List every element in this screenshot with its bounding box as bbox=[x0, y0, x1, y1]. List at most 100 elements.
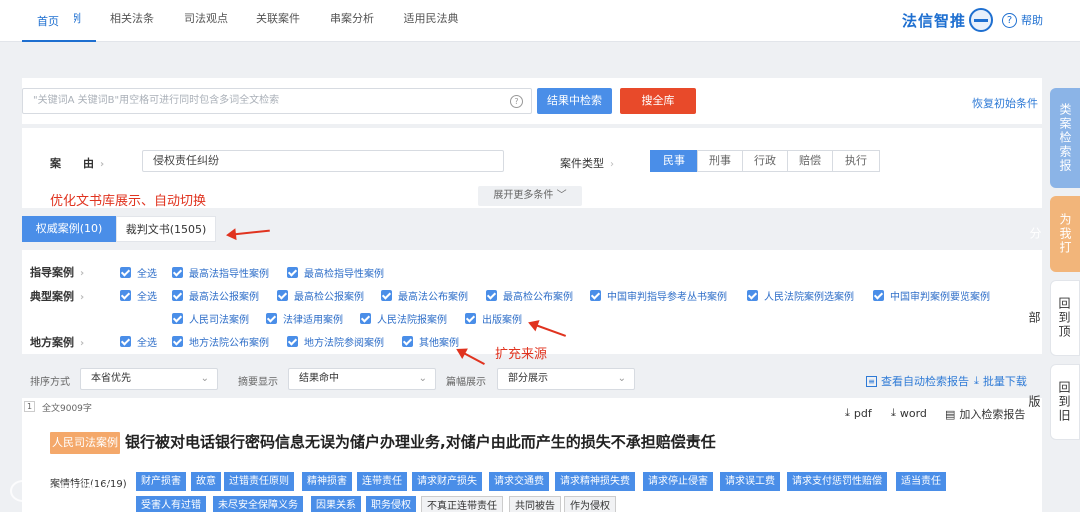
checkbox-spc-guiding[interactable]: 最高法指导性案例 bbox=[172, 265, 269, 280]
cause-field[interactable]: 侵权责任纠纷 bbox=[142, 150, 504, 172]
rate-me-button[interactable]: 为我打分 bbox=[1028, 196, 1080, 272]
view-auto-report-link[interactable]: ≡ 查看自动检索报告 bbox=[866, 373, 969, 389]
batch-download-link[interactable]: ⤓ 批量下载 bbox=[974, 373, 1027, 389]
checkbox-icon bbox=[360, 313, 371, 324]
checkbox-icon bbox=[747, 290, 758, 301]
chevron-down-icon: ⌄ bbox=[617, 373, 626, 384]
search-full-library-button[interactable]: 搜全库 bbox=[620, 88, 696, 114]
feature-tag[interactable]: 未尽安全保障义务 bbox=[213, 496, 303, 512]
feature-tag[interactable]: 共同被告 bbox=[509, 496, 561, 512]
checkbox-icon bbox=[172, 313, 183, 324]
checkbox-local-court-published[interactable]: 地方法院公布案例 bbox=[172, 334, 269, 349]
result-card bbox=[22, 398, 1042, 512]
checkbox-guiding-all[interactable]: 全选 bbox=[120, 265, 157, 280]
feature-tag[interactable]: 过错责任原则 bbox=[224, 472, 294, 491]
question-icon[interactable]: ? bbox=[510, 95, 523, 108]
brand-name: 法信智推 bbox=[902, 11, 967, 30]
feature-tag[interactable]: 请求财产损失 bbox=[412, 472, 482, 491]
source-tag: 人民司法案例 bbox=[50, 432, 120, 454]
feature-tag[interactable]: 精神损害 bbox=[302, 472, 352, 491]
tab-home[interactable]: 首页 bbox=[22, 8, 74, 36]
checkbox-court-case-selection[interactable]: 人民法院案例选案例 bbox=[747, 288, 854, 303]
checkbox-other-cases[interactable]: 其他案例 bbox=[402, 334, 459, 349]
checkbox-local-court-reference[interactable]: 地方法院参阅案例 bbox=[287, 334, 384, 349]
checkbox-icon bbox=[287, 267, 298, 278]
checkbox-local-all[interactable]: 全选 bbox=[120, 334, 157, 349]
case-type-execution[interactable]: 执行 bbox=[832, 150, 880, 172]
case-type-civil[interactable]: 民事 bbox=[650, 150, 698, 172]
feature-tag[interactable]: 连带责任 bbox=[357, 472, 407, 491]
checkbox-trial-guidance-series[interactable]: 中国审判指导参考丛书案例 bbox=[590, 288, 727, 303]
checkbox-court-newspaper[interactable]: 人民法院报案例 bbox=[360, 311, 447, 326]
chevron-right-icon: › bbox=[80, 338, 85, 349]
checkbox-icon bbox=[172, 336, 183, 347]
feature-tag[interactable]: 职务侵权 bbox=[366, 496, 416, 512]
checkbox-published-cases[interactable]: 出版案例 bbox=[465, 311, 522, 326]
case-type-compensation[interactable]: 赔偿 bbox=[787, 150, 833, 172]
tab-judgment-documents[interactable]: 裁判文书(1505) bbox=[116, 216, 216, 242]
question-icon: ? bbox=[1002, 12, 1017, 28]
checkbox-law-application[interactable]: 法律适用案例 bbox=[266, 311, 343, 326]
case-type-administrative[interactable]: 行政 bbox=[742, 150, 788, 172]
feature-tag[interactable]: 请求误工费 bbox=[720, 472, 780, 491]
search-in-results-button[interactable]: 结果中检索 bbox=[537, 88, 612, 114]
checkbox-spp-gazette[interactable]: 最高检公报案例 bbox=[277, 288, 364, 303]
tab-related-cases[interactable]: 关联案件 bbox=[246, 0, 310, 42]
feature-tag[interactable]: 受害人有过错 bbox=[136, 496, 206, 512]
back-to-top-button[interactable]: 回到顶部 bbox=[1027, 280, 1080, 356]
similar-case-report-button[interactable]: 类案检索报告 bbox=[1028, 88, 1080, 188]
checkbox-trial-case-digest[interactable]: 中国审判案例要览案例 bbox=[873, 288, 990, 303]
search-input[interactable]: "关键词A 关键词B"用空格可进行同时包含多词全文检索 ? bbox=[22, 88, 532, 114]
pdf-download-button[interactable]: ⤓ pdf bbox=[845, 406, 872, 420]
annotation-expand-sources: 扩充来源 bbox=[495, 347, 548, 362]
report-icon: ≡ bbox=[866, 375, 877, 387]
summary-select[interactable]: 结果命中 ⌄ bbox=[288, 368, 436, 390]
expand-more-conditions[interactable]: 展开更多条件 ﹀ bbox=[478, 186, 582, 206]
tab-related-laws[interactable]: 相关法条 bbox=[100, 0, 164, 42]
restore-conditions-link[interactable]: 恢复初始条件 bbox=[972, 95, 1038, 111]
feature-tag[interactable]: 请求支付惩罚性赔偿 bbox=[787, 472, 887, 491]
checkbox-icon bbox=[465, 313, 476, 324]
checkbox-spc-gazette[interactable]: 最高法公报案例 bbox=[172, 288, 259, 303]
checkbox-icon bbox=[486, 290, 497, 301]
feature-tag[interactable]: 请求停止侵害 bbox=[643, 472, 713, 491]
feature-tag[interactable]: 请求精神损失费 bbox=[555, 472, 635, 491]
help-label: 帮助 bbox=[1021, 14, 1043, 27]
add-to-report-button[interactable]: ▤ 加入检索报告 bbox=[945, 406, 1025, 422]
checkbox-spc-published[interactable]: 最高法公布案例 bbox=[381, 288, 468, 303]
chevron-right-icon: › bbox=[610, 159, 614, 170]
feature-tag[interactable]: 因果关系 bbox=[311, 496, 361, 512]
search-placeholder: "关键词A 关键词B"用空格可进行同时包含多词全文检索 bbox=[33, 95, 280, 106]
checkbox-icon bbox=[172, 267, 183, 278]
feature-tag[interactable]: 适当责任 bbox=[896, 472, 946, 491]
tab-judicial-views[interactable]: 司法观点 bbox=[174, 0, 238, 42]
checkbox-icon bbox=[120, 290, 131, 301]
feature-tag[interactable]: 不真正连带责任 bbox=[421, 496, 503, 512]
checkbox-spp-published[interactable]: 最高检公布案例 bbox=[486, 288, 573, 303]
tab-authoritative-cases[interactable]: 权威案例(10) bbox=[22, 216, 116, 242]
sort-label: 排序方式 bbox=[30, 377, 70, 388]
feature-tag[interactable]: 财产损害 bbox=[136, 472, 186, 491]
feature-tag[interactable]: 请求交通费 bbox=[489, 472, 549, 491]
tab-serial-analysis[interactable]: 串案分析 bbox=[320, 0, 384, 42]
sort-select[interactable]: 本省优先 ⌄ bbox=[80, 368, 218, 390]
feature-tag[interactable]: 故意 bbox=[191, 472, 221, 491]
cause-label: 案 由 › bbox=[50, 157, 105, 170]
word-download-button[interactable]: ⤓ word bbox=[891, 406, 927, 420]
checkbox-spp-guiding[interactable]: 最高检指导性案例 bbox=[287, 265, 384, 280]
case-type-criminal[interactable]: 刑事 bbox=[697, 150, 743, 172]
guiding-cases-label: 指导案例 › bbox=[30, 266, 85, 279]
result-index: 1 bbox=[24, 401, 35, 412]
checkbox-icon bbox=[402, 336, 413, 347]
checkbox-people-judicature[interactable]: 人民司法案例 bbox=[172, 311, 249, 326]
length-select[interactable]: 部分展示 ⌄ bbox=[497, 368, 635, 390]
back-to-old-version-button[interactable]: 回到旧版 bbox=[1027, 364, 1080, 440]
case-title[interactable]: 银行被对电话银行密码信息无误为储户办理业务,对储户由此而产生的损失不承担赔偿责任 bbox=[125, 431, 716, 452]
feature-tag[interactable]: 作为侵权 bbox=[564, 496, 616, 512]
checkbox-icon bbox=[120, 336, 131, 347]
tab-civil-code[interactable]: 适用民法典 bbox=[396, 0, 466, 42]
help-link[interactable]: ? 帮助 bbox=[1002, 12, 1043, 28]
download-icon: ⤓ bbox=[891, 406, 896, 419]
fulltext-count: 全文9009字 bbox=[42, 404, 92, 414]
checkbox-typical-all[interactable]: 全选 bbox=[120, 288, 157, 303]
